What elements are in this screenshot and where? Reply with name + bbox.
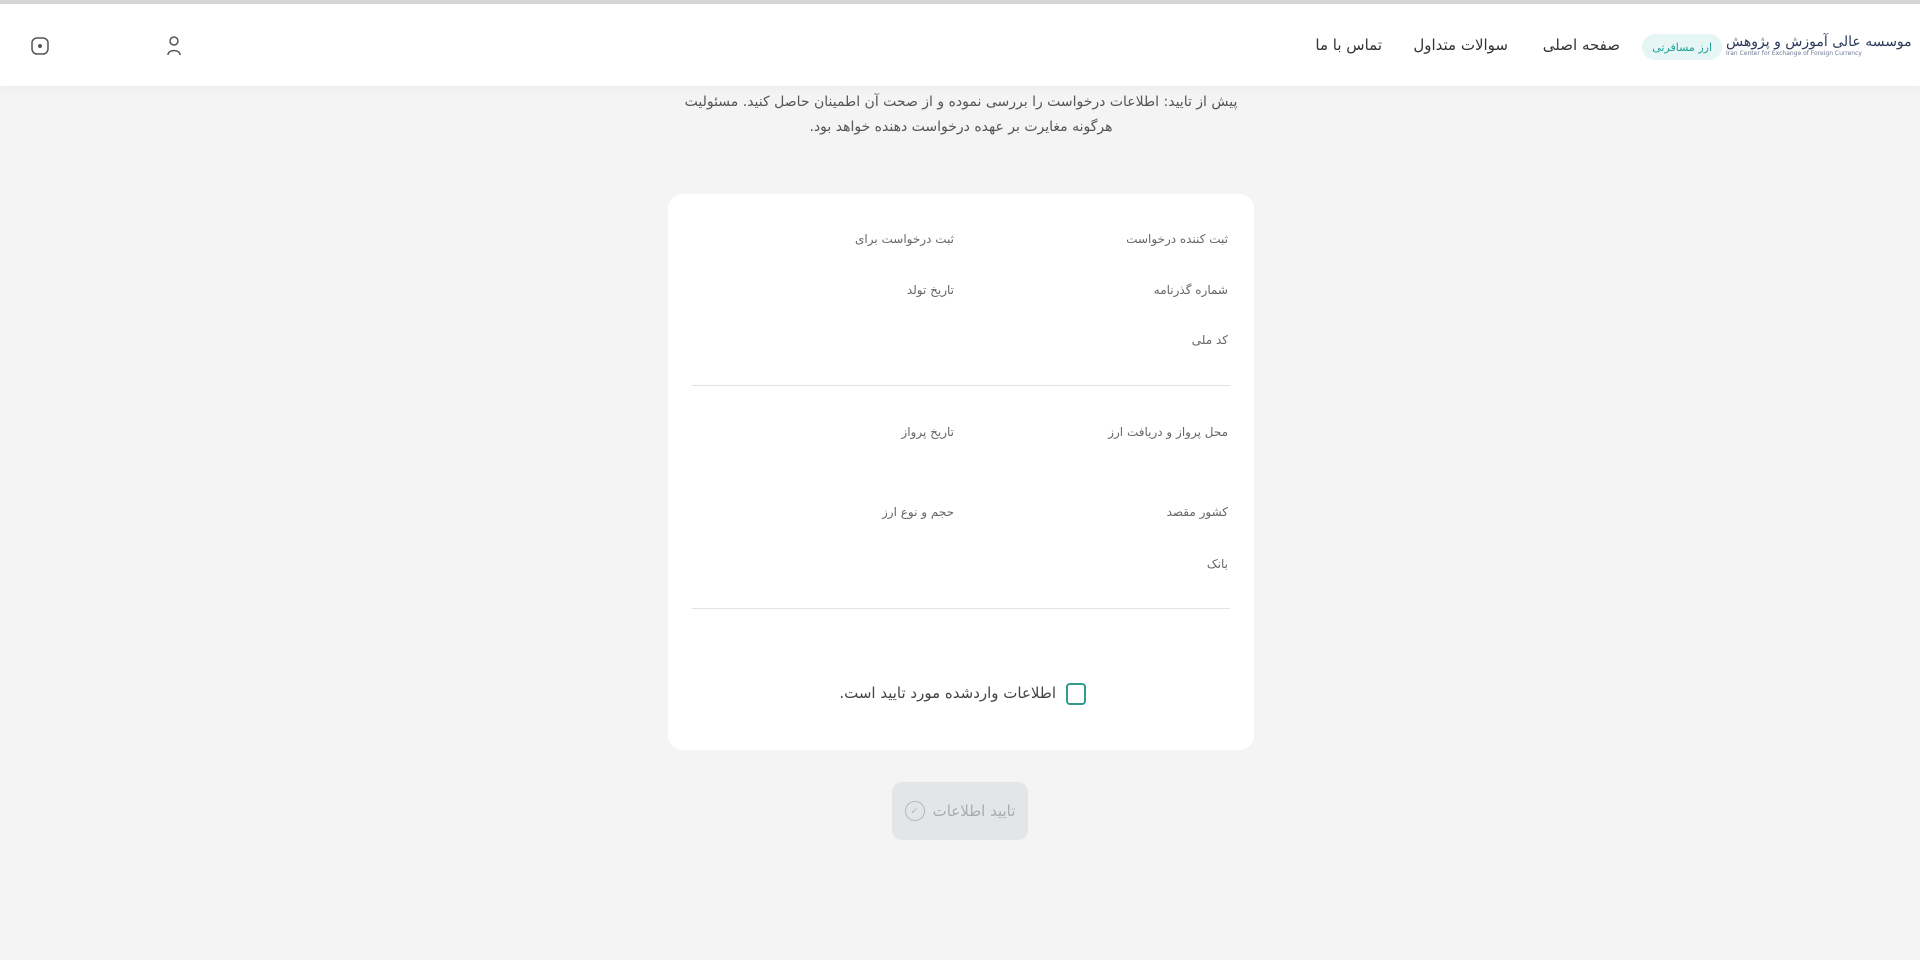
destination-label: کشور مقصد (1166, 505, 1228, 519)
divider-2 (692, 608, 1230, 609)
confirm-checkbox[interactable] (1066, 683, 1086, 705)
summary-card: ثبت کننده درخواست ثبت درخواست برای شماره… (668, 194, 1254, 750)
nav-item-home[interactable]: صفحه اصلی (1543, 36, 1620, 54)
requester-label: ثبت کننده درخواست (1126, 232, 1228, 246)
request-for-label: ثبت درخواست برای (855, 232, 954, 246)
header: صفحه اصلی سوالات متداول تماس با ما ارز م… (0, 4, 1920, 86)
user-icon[interactable] (160, 32, 188, 60)
notice-line-2: هرگونه مغایرت بر عهده درخواست دهنده خواه… (809, 119, 1113, 135)
menu-circle-icon[interactable] (26, 32, 54, 60)
confirm-text: اطلاعات واردشده مورد تایید است. (839, 684, 1056, 702)
flight-date-label: تاریخ پرواز (901, 425, 954, 439)
birthdate-label: تاریخ تولد (906, 283, 954, 297)
divider-1 (692, 385, 1230, 386)
flight-place-label: محل پرواز و دریافت ارز (1108, 425, 1228, 439)
notice-line-1: پیش از تایید: اطلاعات درخواست را بررسی ن… (684, 94, 1238, 110)
check-circle-icon: ✓ (904, 801, 925, 821)
currency-label: حجم و نوع ارز (881, 505, 954, 519)
bank-label: بانک (1206, 557, 1228, 571)
nav-item-contact[interactable]: تماس با ما (1315, 36, 1382, 54)
submit-label: تایید اطلاعات (932, 802, 1016, 820)
national-code-label: کد ملی (1191, 333, 1228, 347)
logo-subtext: Iran Center for Exchange of Foreign Curr… (1726, 49, 1862, 57)
passport-label: شماره گذرنامه (1153, 283, 1228, 297)
logo-text: موسسه عالی آموزش و پژوهش (1726, 33, 1912, 50)
notice-text: پیش از تایید: اطلاعات درخواست را بررسی ن… (672, 90, 1250, 140)
submit-button[interactable]: تایید اطلاعات ✓ (892, 782, 1028, 840)
logo[interactable]: موسسه عالی آموزش و پژوهش Iran Center for… (1726, 22, 1912, 68)
currency-type-badge[interactable]: ارز مسافرتی (1642, 34, 1722, 60)
nav-item-faq[interactable]: سوالات متداول (1413, 36, 1508, 54)
